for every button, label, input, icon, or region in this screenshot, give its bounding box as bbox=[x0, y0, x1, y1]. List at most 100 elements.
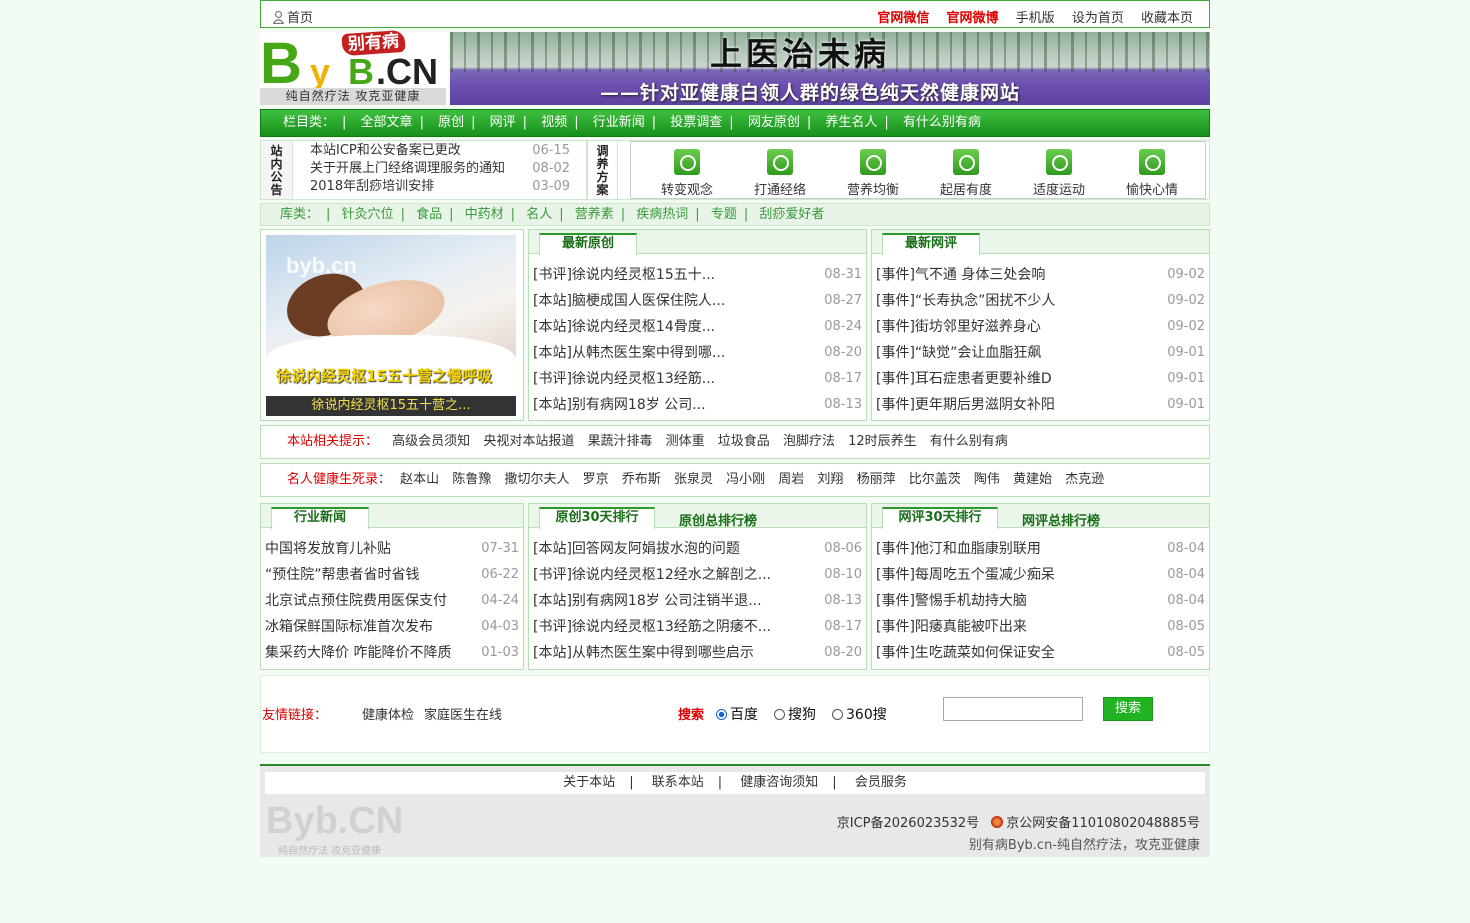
friend-link[interactable]: 健康体检 bbox=[362, 708, 414, 723]
celebrity-link[interactable]: 张泉灵 bbox=[674, 472, 713, 487]
nav-item-all[interactable]: 全部文章 bbox=[361, 115, 413, 130]
footer-contact[interactable]: 联系本站 bbox=[652, 775, 704, 790]
list-item[interactable]: [事件]警惕手机劫持大脑 08-04 bbox=[876, 591, 1205, 611]
library-herb[interactable]: 中药材 bbox=[465, 207, 504, 222]
tip-link[interactable]: 果蔬汁排毒 bbox=[587, 434, 652, 449]
set-homepage-link[interactable]: 设为首页 bbox=[1072, 11, 1124, 26]
list-item[interactable]: [书评]徐说内经灵枢12经水之解剖之... 08-10 bbox=[533, 565, 862, 585]
celebrity-link[interactable]: 刘翔 bbox=[817, 472, 843, 487]
list-item[interactable]: [本站]别有病网18岁 公司... 08-13 bbox=[533, 395, 862, 415]
tab-latest-original[interactable]: 最新原创 bbox=[539, 233, 637, 255]
tab-original-total[interactable]: 原创总排行榜 bbox=[679, 510, 757, 529]
nav-item-celebrity[interactable]: 养生名人 bbox=[825, 115, 877, 130]
list-item[interactable]: 集采药大降价 咋能降价不降质 01-03 bbox=[265, 643, 519, 663]
list-item[interactable]: [书评]徐说内经灵枢13经筋... 08-17 bbox=[533, 369, 862, 389]
celebrity-link[interactable]: 陈鲁豫 bbox=[452, 472, 491, 487]
notice-item[interactable]: 2018年刮痧培训安排 03-09 bbox=[310, 178, 580, 196]
nav-item-video[interactable]: 视频 bbox=[541, 115, 567, 130]
list-item[interactable]: 冰箱保鲜国际标准首次发布 04-03 bbox=[265, 617, 519, 637]
list-item[interactable]: [书评]徐说内经灵枢13经筋之阴痿不... 08-17 bbox=[533, 617, 862, 637]
tip-link[interactable]: 高级会员须知 bbox=[392, 434, 470, 449]
celebrity-link[interactable]: 撒切尔夫人 bbox=[504, 472, 569, 487]
plan-item-meridian[interactable]: 打通经络 bbox=[740, 149, 820, 198]
list-item[interactable]: [本站]从韩杰医生案中得到哪... 08-20 bbox=[533, 343, 862, 363]
plan-item-mood[interactable]: 愉快心情 bbox=[1112, 149, 1192, 198]
list-item[interactable]: [事件]“长寿执念”困扰不少人 09-02 bbox=[876, 291, 1205, 311]
celebrity-link[interactable]: 杨丽萍 bbox=[857, 472, 896, 487]
library-food[interactable]: 食品 bbox=[416, 207, 442, 222]
list-item[interactable]: [事件]他汀和血脂康别联用 08-04 bbox=[876, 539, 1205, 559]
list-item[interactable]: [本站]徐说内经灵枢14骨度... 08-24 bbox=[533, 317, 862, 337]
list-item[interactable]: [本站]脑梗成国人医保住院人... 08-27 bbox=[533, 291, 862, 311]
tip-link[interactable]: 12时辰养生 bbox=[848, 434, 917, 449]
nav-item-original[interactable]: 原创 bbox=[438, 115, 464, 130]
friend-link[interactable]: 家庭医生在线 bbox=[424, 708, 502, 723]
list-item[interactable]: [事件]生吃蔬菜如何保证安全 08-05 bbox=[876, 643, 1205, 663]
nav-item-review[interactable]: 网评 bbox=[490, 115, 516, 130]
home-link[interactable]: 首页 bbox=[273, 7, 313, 26]
plan-item-nutrition[interactable]: 营养均衡 bbox=[833, 149, 913, 198]
list-item[interactable]: [事件]街坊邻里好滋养身心 09-02 bbox=[876, 317, 1205, 337]
engine-baidu[interactable]: 百度 bbox=[716, 704, 758, 724]
notice-item[interactable]: 关于开展上门经络调理服务的通知 08-02 bbox=[310, 160, 580, 178]
celebrity-link[interactable]: 陶伟 bbox=[974, 472, 1000, 487]
list-item[interactable]: [本站]回答网友阿娟拔水泡的问题 08-06 bbox=[533, 539, 862, 559]
list-item[interactable]: “预住院”帮患者省时省钱 06-22 bbox=[265, 565, 519, 585]
celebrity-link[interactable]: 周岩 bbox=[778, 472, 804, 487]
engine-360[interactable]: 360搜 bbox=[832, 704, 887, 724]
search-input[interactable] bbox=[943, 697, 1083, 721]
library-guasha[interactable]: 刮痧爱好者 bbox=[759, 207, 824, 222]
celebrity-link[interactable]: 杰克逊 bbox=[1065, 472, 1104, 487]
tab-latest-review[interactable]: 最新网评 bbox=[882, 233, 980, 255]
tab-review-total[interactable]: 网评总排行榜 bbox=[1022, 510, 1100, 529]
icp-link[interactable]: 京ICP备2026023532号 bbox=[837, 816, 979, 831]
plan-item-mindset[interactable]: 转变观念 bbox=[647, 149, 727, 198]
library-disease[interactable]: 疾病热词 bbox=[636, 207, 688, 222]
celebrity-link[interactable]: 冯小刚 bbox=[726, 472, 765, 487]
list-item[interactable]: 北京试点预住院费用医保支付 04-24 bbox=[265, 591, 519, 611]
nav-item-industry[interactable]: 行业新闻 bbox=[593, 115, 645, 130]
list-item[interactable]: [事件]气不通 身体三处会响 09-02 bbox=[876, 265, 1205, 285]
tab-review-30day[interactable]: 网评30天排行 bbox=[882, 507, 998, 529]
celebrity-link[interactable]: 黄建始 bbox=[1013, 472, 1052, 487]
list-item[interactable]: [本站]从韩杰医生案中得到哪些启示 08-20 bbox=[533, 643, 862, 663]
plan-item-exercise[interactable]: 适度运动 bbox=[1019, 149, 1099, 198]
list-item[interactable]: [事件]耳石症患者更要补维D 09-01 bbox=[876, 369, 1205, 389]
nav-item-netizen[interactable]: 网友原创 bbox=[748, 115, 800, 130]
list-item[interactable]: [本站]别有病网18岁 公司注销半退... 08-13 bbox=[533, 591, 862, 611]
footer-member[interactable]: 会员服务 bbox=[855, 775, 907, 790]
celebrity-link[interactable]: 乔布斯 bbox=[622, 472, 661, 487]
tip-link[interactable]: 央视对本站报道 bbox=[483, 434, 574, 449]
list-item[interactable]: 中国将发放育儿补贴 07-31 bbox=[265, 539, 519, 559]
police-record-link[interactable]: 京公网安备11010802048885号 bbox=[1006, 816, 1200, 831]
list-item[interactable]: [事件]每周吃五个蛋减少痴呆 08-04 bbox=[876, 565, 1205, 585]
engine-sogou[interactable]: 搜狗 bbox=[774, 704, 816, 724]
featured-image[interactable]: byb.cn 徐说内经灵枢15五十营之慢呼吸 bbox=[266, 235, 516, 395]
featured-title[interactable]: 徐说内经灵枢15五十营之... bbox=[266, 396, 516, 416]
library-topic[interactable]: 专题 bbox=[711, 207, 737, 222]
list-item[interactable]: [事件]阳痿真能被吓出来 08-05 bbox=[876, 617, 1205, 637]
nav-item-vote[interactable]: 投票调查 bbox=[670, 115, 722, 130]
list-item[interactable]: [书评]徐说内经灵枢15五十... 08-31 bbox=[533, 265, 862, 285]
wechat-link[interactable]: 官网微信 bbox=[877, 11, 929, 26]
library-nutrient[interactable]: 营养素 bbox=[575, 207, 614, 222]
mobile-link[interactable]: 手机版 bbox=[1016, 11, 1055, 26]
notice-item[interactable]: 本站ICP和公安备案已更改 06-15 bbox=[310, 142, 580, 160]
bookmark-link[interactable]: 收藏本页 bbox=[1141, 11, 1193, 26]
library-acupoint[interactable]: 针灸穴位 bbox=[342, 207, 394, 222]
library-celebrity[interactable]: 名人 bbox=[526, 207, 552, 222]
tab-original-30day[interactable]: 原创30天排行 bbox=[539, 507, 655, 529]
celebrity-link[interactable]: 赵本山 bbox=[400, 472, 439, 487]
celebrity-link[interactable]: 比尔盖茨 bbox=[909, 472, 961, 487]
footer-about[interactable]: 关于本站 bbox=[563, 775, 615, 790]
celebrity-link[interactable]: 罗京 bbox=[583, 472, 609, 487]
plan-item-routine[interactable]: 起居有度 bbox=[926, 149, 1006, 198]
tip-link[interactable]: 垃圾食品 bbox=[718, 434, 770, 449]
footer-consult[interactable]: 健康咨询须知 bbox=[740, 775, 818, 790]
list-item[interactable]: [事件]“缺觉”会让血脂狂飙 09-01 bbox=[876, 343, 1205, 363]
nav-item-byb[interactable]: 有什么别有病 bbox=[903, 115, 981, 130]
tip-link[interactable]: 有什么别有病 bbox=[930, 434, 1008, 449]
search-button[interactable]: 搜索 bbox=[1103, 697, 1153, 721]
tip-link[interactable]: 测体重 bbox=[666, 434, 705, 449]
tip-link[interactable]: 泡脚疗法 bbox=[783, 434, 835, 449]
